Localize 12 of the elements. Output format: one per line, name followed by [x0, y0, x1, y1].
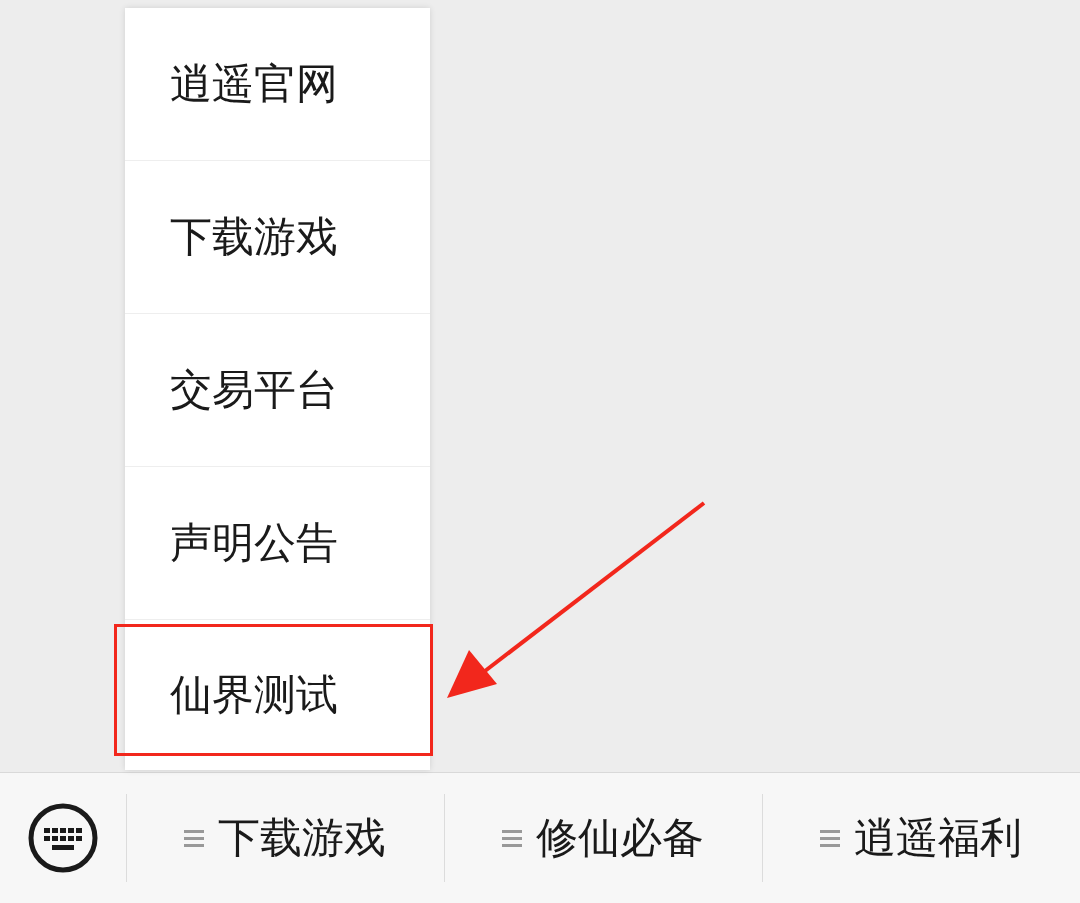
menu-icon [184, 829, 205, 847]
menu-item[interactable]: 逍遥官网 [125, 8, 430, 161]
menu-icon [820, 829, 841, 847]
menu-tab[interactable]: 下载游戏 [125, 794, 444, 882]
menu-tab[interactable]: 修仙必备 [443, 794, 762, 882]
keyboard-icon[interactable] [26, 802, 99, 874]
menu-item[interactable]: 下载游戏 [125, 161, 430, 314]
menu-tab[interactable]: 逍遥福利 [761, 794, 1080, 882]
menu-item[interactable]: 声明公告 [125, 467, 430, 620]
menu-item[interactable]: 交易平台 [125, 314, 430, 467]
menu-item[interactable]: 仙界测试 [125, 620, 430, 770]
menu-icon [502, 829, 523, 847]
